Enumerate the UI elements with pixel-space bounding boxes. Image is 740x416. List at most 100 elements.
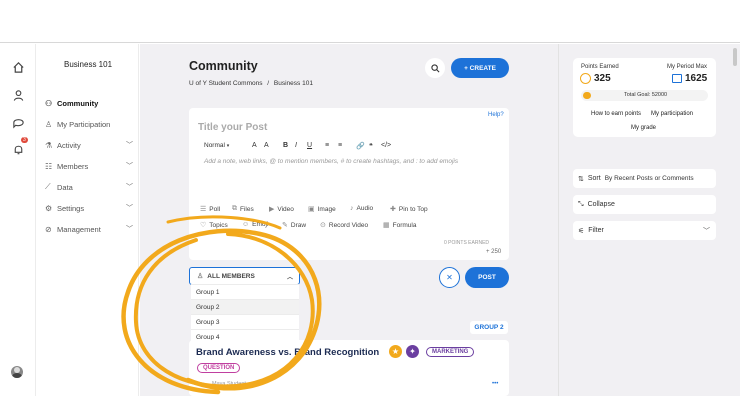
people-icon[interactable] [10,87,26,103]
close-icon: ✕ [446,273,453,282]
chevron-down-icon: ﹀ [126,163,133,170]
nav-item-label: Management [57,224,101,234]
goal-label: Total Goal: 52000 [624,92,668,98]
points-earned-label: Points Earned [581,64,619,70]
breadcrumb-item[interactable]: Business 101 [274,80,313,87]
filter-label: Filter [588,227,604,234]
category-badge[interactable]: MARKETING [426,347,475,357]
activity-icon: ⚗ [45,140,53,150]
collapse-icon: ⤡ [578,200,584,208]
tool-pin-to-top[interactable]: ✚ Pin to Top [390,205,428,214]
highlight-annotation [108,214,330,404]
tool-image[interactable]: ▣ Image [308,205,336,214]
create-button[interactable]: + CREATE [451,58,509,78]
format-tool[interactable]: ❝ [369,142,373,150]
scrollbar[interactable] [733,48,737,66]
tool-label: Files [240,205,254,213]
nav-item-members[interactable]: ☷ Members ﹀ [45,159,135,173]
format-tool[interactable]: </> [381,142,391,149]
audio-icon: ♪ [350,205,354,212]
image-icon: ▣ [308,206,315,213]
group-tag[interactable]: GROUP 2 [470,321,508,334]
breadcrumb-item[interactable]: U of Y Student Commons [189,80,262,87]
points-link[interactable]: How to earn points [591,111,641,117]
home-icon[interactable] [10,59,26,75]
breadcrumb: U of Y Student Commons / Business 101 [189,80,313,87]
files-icon: ⧉ [232,205,237,212]
points-bonus: + 250 [486,249,502,255]
format-value: Normal [204,142,225,149]
format-tool[interactable]: ≡ [338,142,342,149]
period-max-value: 1625 [685,73,708,84]
format-tool[interactable]: B [283,142,288,149]
collapse-control[interactable]: ⤡ Collapse [573,195,716,214]
format-tool[interactable]: ≡ [325,142,329,149]
sort-value: By Recent Posts or Comments [604,175,694,182]
video-icon: ▶ [269,206,275,213]
chat-icon[interactable] [10,114,26,130]
cancel-button[interactable]: ✕ [439,267,460,288]
nav-item-settings[interactable]: ⚙ Settings ﹀ [45,201,135,215]
chevron-down-icon: ﹀ [703,227,710,235]
tool-label: Poll [209,205,221,213]
page-title: Community [189,59,258,73]
award-badge-icon: ★ [389,345,402,358]
collapse-label: Collapse [587,201,615,208]
members-icon: ☷ [45,161,53,171]
tool-label: Formula [392,221,417,229]
nav-item-data[interactable]: ⟋ Data ﹀ [45,180,135,194]
points-link[interactable]: My grade [631,125,656,131]
tool-formula[interactable]: ▦ Formula [383,221,417,230]
top-bar [0,0,740,43]
my-period-max-label: My Period Max [667,64,708,70]
format-tool[interactable]: U [307,142,312,149]
tool-label: Image [317,205,336,213]
format-tool[interactable]: I [295,142,297,149]
points-earned-value: 325 [594,73,611,84]
nav-item-my-participation[interactable]: ♙ My Participation [45,117,135,131]
post-button[interactable]: POST [465,267,509,288]
sort-control[interactable]: ⇅ Sort By Recent Posts or Comments [573,169,716,188]
nav-item-label: Data [57,182,73,192]
course-title: Business 101 [63,60,113,69]
people-icon: ⚇ [45,98,53,108]
compass-icon: ⊘ [45,224,52,234]
pin-to-top-icon: ✚ [390,206,396,213]
more-options-button[interactable]: ••• [492,381,498,387]
search-icon [430,63,439,72]
user-icon: ♙ [45,119,53,129]
search-button[interactable] [425,58,445,78]
post-body-input[interactable]: Add a note, web links, @ to mention memb… [204,158,458,165]
tool-audio[interactable]: ♪ Audio [350,205,373,212]
post-title-input[interactable]: Title your Post [198,122,267,133]
chevron-down-icon: ▾ [226,143,230,149]
nav-item-activity[interactable]: ⚗ Activity ﹀ [45,138,135,152]
tool-video[interactable]: ▶ Video [269,205,294,214]
chart-icon: ⟋ [45,182,51,191]
tool-poll[interactable]: ☰ Poll [200,205,221,214]
format-tool[interactable]: 🔗 [356,142,365,150]
icon-rail: 3 [0,44,36,396]
format-tool[interactable]: A [264,142,269,149]
tool-label: Record Video [328,221,369,229]
sort-label: Sort [587,175,601,182]
nav-item-community[interactable]: ⚇ Community [45,96,135,110]
chevron-down-icon: ﹀ [126,142,133,149]
goal-progress-fill [583,92,591,99]
gauge-icon [580,73,591,84]
notification-badge: 3 [21,137,28,143]
nav-item-label: Activity [57,140,81,150]
nav-item-label: My Participation [57,119,111,129]
tool-label: Audio [356,205,374,212]
bell-icon[interactable]: 3 [10,137,28,157]
sort-icon: ⇅ [578,175,584,183]
chevron-down-icon: ﹀ [126,205,133,212]
points-link[interactable]: My participation [651,111,693,117]
format-tool[interactable]: A [252,142,257,149]
gear-icon: ⚙ [45,203,53,213]
avatar[interactable] [11,366,23,378]
filter-control[interactable]: ⚟ Filter ﹀ [573,221,716,240]
format-select[interactable]: Normal ▾ [204,142,229,149]
tool-files[interactable]: ⧉ Files [232,205,254,213]
help-link[interactable]: Help? [488,112,504,118]
